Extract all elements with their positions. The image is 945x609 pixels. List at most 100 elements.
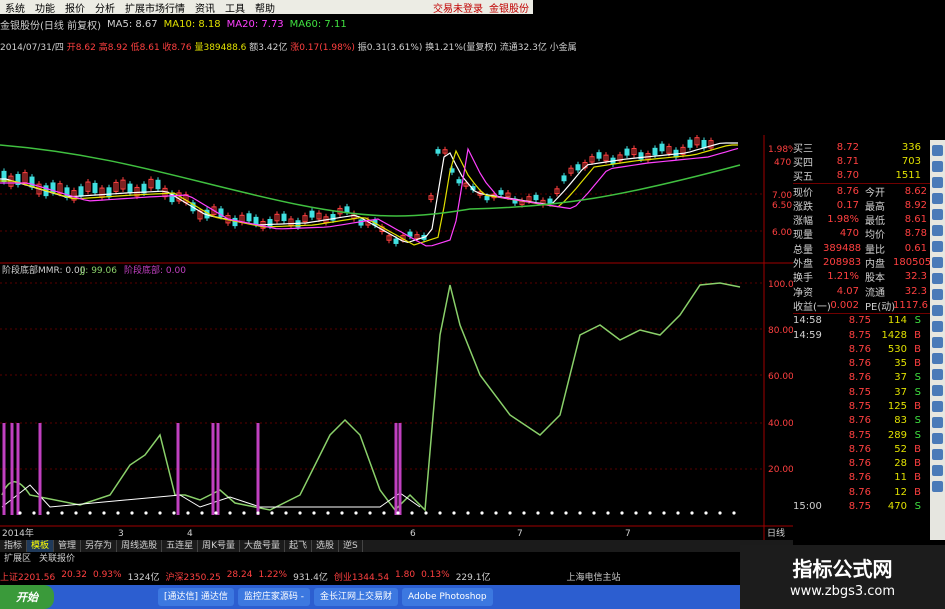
chart-title-line: 金银股份(日线 前复权) MA5: 8.67 MA10: 8.18 MA20: … — [0, 17, 520, 32]
tick-volume: 83 — [894, 415, 907, 427]
toolbar-icon[interactable] — [932, 209, 943, 220]
task-tdx[interactable]: [通达信] 通达信 — [158, 588, 234, 606]
tab-1[interactable]: 指标 — [0, 540, 28, 552]
ma60-line — [0, 144, 741, 217]
baseline-dot — [536, 511, 540, 515]
stat-label: 今开 — [865, 187, 885, 199]
toolbar-icon[interactable] — [932, 353, 943, 364]
tick-price: 8.76 — [848, 343, 871, 355]
candle-body — [267, 218, 273, 227]
tick-row: 8.76 11 B — [793, 471, 930, 485]
task-trade[interactable]: 金长江网上交易财 — [314, 588, 399, 606]
candle-body — [456, 179, 462, 184]
candle-body — [253, 216, 259, 225]
menu-item-help[interactable]: 帮助 — [250, 0, 280, 15]
candle-body — [127, 183, 133, 194]
tab-6[interactable]: 五连星 — [162, 540, 199, 552]
indicator-axis-label: 60.00 — [768, 372, 793, 382]
tick-volume: 35 — [894, 358, 907, 370]
tick-volume: 37 — [894, 386, 907, 398]
tab-10[interactable]: 选股 — [312, 540, 340, 552]
stat-value: 389488 — [823, 242, 862, 254]
toolbar-icon[interactable] — [932, 321, 943, 332]
ticker-sh: 上证2201.56 — [0, 573, 56, 583]
toolbar-icon[interactable] — [932, 225, 943, 236]
tick-time: 14:58 — [793, 315, 822, 327]
start-button[interactable]: 开始 — [0, 585, 54, 609]
toolbar-icon[interactable] — [932, 481, 943, 492]
ticker-station[interactable]: 上海电信主站 — [566, 570, 620, 583]
tab-related-quote[interactable]: 关联报价 — [35, 553, 79, 565]
baseline-dot — [564, 511, 568, 515]
tick-price: 8.75 — [848, 329, 871, 341]
toolbar-icon[interactable] — [932, 241, 943, 252]
toolbar-icon[interactable] — [932, 257, 943, 268]
tab-11[interactable]: 逆S — [339, 540, 363, 552]
baseline-dot — [494, 511, 498, 515]
toolbar-icon[interactable] — [932, 193, 943, 204]
candle-body — [652, 147, 658, 156]
menu-item-analysis[interactable]: 分析 — [90, 0, 120, 15]
menu-item-ext-market[interactable]: 扩展市场行情 — [120, 0, 190, 15]
toolbar-icon[interactable] — [932, 177, 943, 188]
toolbar-icon[interactable] — [932, 337, 943, 348]
toolbar-icon[interactable] — [932, 385, 943, 396]
tab-9[interactable]: 起飞 — [285, 540, 313, 552]
info-open: 开8.62 — [66, 43, 96, 53]
tab-2[interactable]: 模板 — [27, 540, 55, 552]
toolbar-icon[interactable] — [932, 449, 943, 460]
candle-body — [155, 179, 161, 190]
toolbar-icon[interactable] — [932, 401, 943, 412]
date-axis-label: 2014年 — [2, 527, 34, 539]
tick-side: B — [914, 343, 921, 355]
menu-item-system[interactable]: 系统 — [0, 0, 30, 15]
menu-item-function[interactable]: 功能 — [30, 0, 60, 15]
menu-item-tools[interactable]: 工具 — [220, 0, 250, 15]
tick-row: 8.75 125 B — [793, 399, 930, 413]
ma5-label: MA5: 8.67 — [106, 18, 158, 30]
tab-3[interactable]: 管理 — [54, 540, 82, 552]
info-float: 流通32.3亿 小金属 — [499, 43, 577, 53]
stat-label: 涨跌 — [793, 201, 813, 213]
tab-5[interactable]: 周线选股 — [117, 540, 163, 552]
ticker-cy-amount: 229.1亿 — [455, 573, 491, 583]
stat-value: 8.92 — [904, 199, 927, 211]
tab-7[interactable]: 周K号量 — [198, 540, 240, 552]
tick-price: 8.76 — [848, 472, 871, 484]
baseline-dot — [144, 511, 148, 515]
tick-price: 8.75 — [848, 386, 871, 398]
stock-name-link[interactable]: 金银股份 — [489, 0, 529, 15]
candle-body — [435, 149, 441, 154]
task-photoshop[interactable]: Adobe Photoshop — [402, 588, 493, 606]
candle-body — [92, 182, 98, 194]
toolbar-icon[interactable] — [932, 273, 943, 284]
quote-panel: 买三 8.72 336 买四 8.71 703 买五 8.70 1511 现价 8.76 今开 8.6… — [793, 140, 931, 540]
tab-extension-area[interactable]: 扩展区 — [0, 553, 35, 565]
tab-8[interactable]: 大盘号量 — [240, 540, 286, 552]
candle-body — [1, 170, 7, 183]
toolbar-icon[interactable] — [932, 369, 943, 380]
tab-4[interactable]: 另存为 — [81, 540, 118, 552]
stat-value: 208983 — [823, 257, 862, 269]
toolbar-icon[interactable] — [932, 417, 943, 428]
tick-volume: 470 — [887, 501, 907, 513]
baseline-dot — [186, 511, 190, 515]
baseline-dot — [158, 511, 162, 515]
trade-login-status[interactable]: 交易未登录 — [433, 0, 483, 15]
menu-item-news[interactable]: 资讯 — [190, 0, 220, 15]
menu-item-quote[interactable]: 报价 — [60, 0, 90, 15]
price-axis-label: 7.00 — [772, 191, 792, 201]
toolbar-icon[interactable] — [932, 305, 943, 316]
baseline-dot — [718, 511, 722, 515]
toolbar-icon[interactable] — [932, 465, 943, 476]
chart-area[interactable]: 1.98% 470 7.00 6.50 6.00 阶段底部 MMR: 0.00 … — [0, 135, 793, 540]
ticker-sh-amount: 1324亿 — [127, 573, 160, 583]
stat-row: 现价 8.76 今开 8.62 — [793, 184, 930, 199]
task-monitor[interactable]: 监控庄家源码 - — [237, 588, 310, 606]
stat-label: 股本 — [865, 273, 885, 285]
toolbar-icon[interactable] — [932, 145, 943, 156]
ticker-hs: 沪深2350.25 — [165, 573, 221, 583]
toolbar-icon[interactable] — [932, 433, 943, 444]
toolbar-icon[interactable] — [932, 289, 943, 300]
toolbar-icon[interactable] — [932, 161, 943, 172]
